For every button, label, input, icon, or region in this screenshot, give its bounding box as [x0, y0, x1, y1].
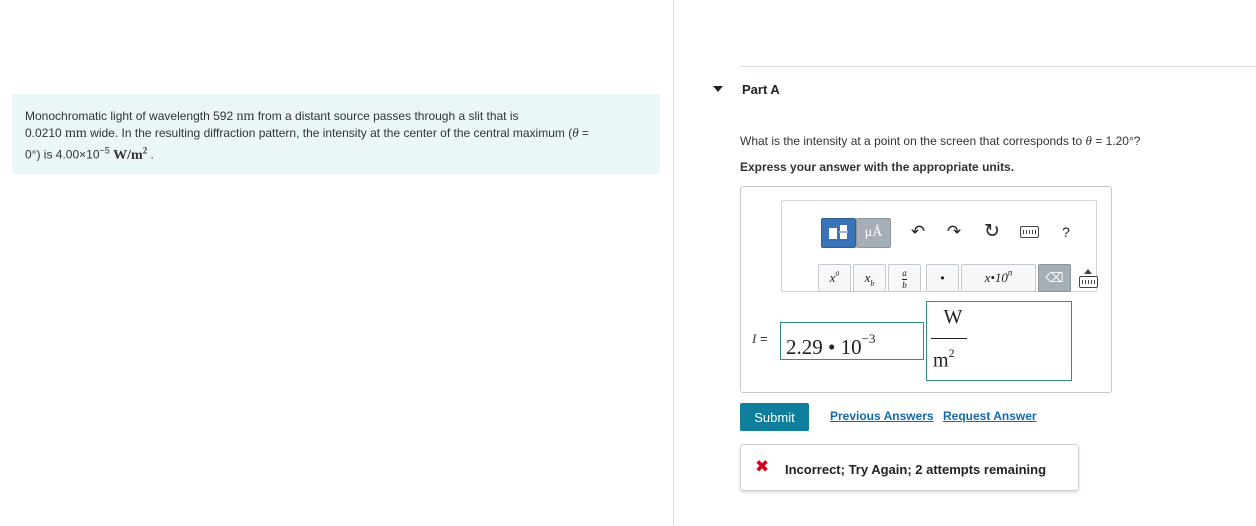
unit-nm: nm	[236, 109, 255, 124]
problem-line-2: 0.0210 mm wide. In the resulting diffrac…	[25, 125, 589, 141]
unit-denominator: m2	[933, 346, 955, 372]
math-toolbar: μÅ ↶ ↷ ↻ ? xa xb a b • x•10n ⌫	[781, 200, 1098, 292]
redo-icon[interactable]: ↷	[944, 223, 964, 241]
problem-line-1: Monochromatic light of wavelength 592 nm…	[25, 109, 519, 124]
previous-answers-link[interactable]: Previous Answers	[830, 409, 934, 423]
unit-fraction-bar	[931, 338, 967, 339]
answer-units-input[interactable]: W m2	[926, 301, 1072, 381]
chevron-up-icon	[1084, 269, 1092, 274]
part-title[interactable]: Part A	[742, 82, 780, 97]
unit-numerator: W	[943, 306, 963, 328]
templates-button[interactable]	[821, 218, 856, 248]
problem-line-3: 0°) is 4.00×10−5 W/m2 .	[25, 145, 154, 163]
pane-divider	[673, 0, 674, 526]
unit-watts-per-m2: W/m2	[113, 145, 148, 163]
keyboard-icon[interactable]	[1020, 226, 1039, 238]
feedback-text: Incorrect; Try Again; 2 attempts remaini…	[785, 462, 1047, 477]
theta-symbol: θ	[1085, 133, 1092, 148]
collapse-caret-icon[interactable]	[713, 86, 723, 92]
scientific-notation-button[interactable]: x•10n	[961, 264, 1036, 292]
problem-statement: Monochromatic light of wavelength 592 nm…	[12, 94, 660, 174]
templates-icon	[829, 225, 848, 239]
units-button[interactable]: μÅ	[856, 218, 891, 248]
fraction-button[interactable]: a b	[888, 264, 921, 292]
superscript-button[interactable]: xa	[818, 264, 851, 292]
answer-value-input[interactable]: 2.29 • 10−3	[780, 322, 924, 360]
part-divider	[740, 66, 1256, 67]
answer-instruction: Express your answer with the appropriate…	[740, 160, 1015, 174]
question-text: What is the intensity at a point on the …	[740, 133, 1141, 148]
intensity-exponent: −5	[99, 145, 110, 156]
submit-button[interactable]: Submit	[740, 403, 809, 431]
keyboard-toggle-button[interactable]	[1073, 264, 1106, 292]
fraction-icon: a b	[902, 268, 907, 290]
keyboard-icon	[1079, 276, 1098, 288]
delete-button[interactable]: ⌫	[1038, 264, 1071, 292]
dot-button[interactable]: •	[926, 264, 959, 292]
delete-icon: ⌫	[1045, 270, 1064, 285]
error-x-icon: ✖	[755, 457, 770, 476]
request-answer-link[interactable]: Request Answer	[943, 409, 1037, 423]
unit-mm: mm	[65, 126, 87, 141]
answer-variable-label: I =	[752, 331, 768, 346]
undo-icon[interactable]: ↶	[908, 223, 928, 241]
reset-icon[interactable]: ↻	[982, 222, 1002, 241]
help-icon[interactable]: ?	[1056, 223, 1076, 241]
subscript-button[interactable]: xb	[853, 264, 886, 292]
feedback-box: ✖ Incorrect; Try Again; 2 attempts remai…	[740, 444, 1079, 491]
